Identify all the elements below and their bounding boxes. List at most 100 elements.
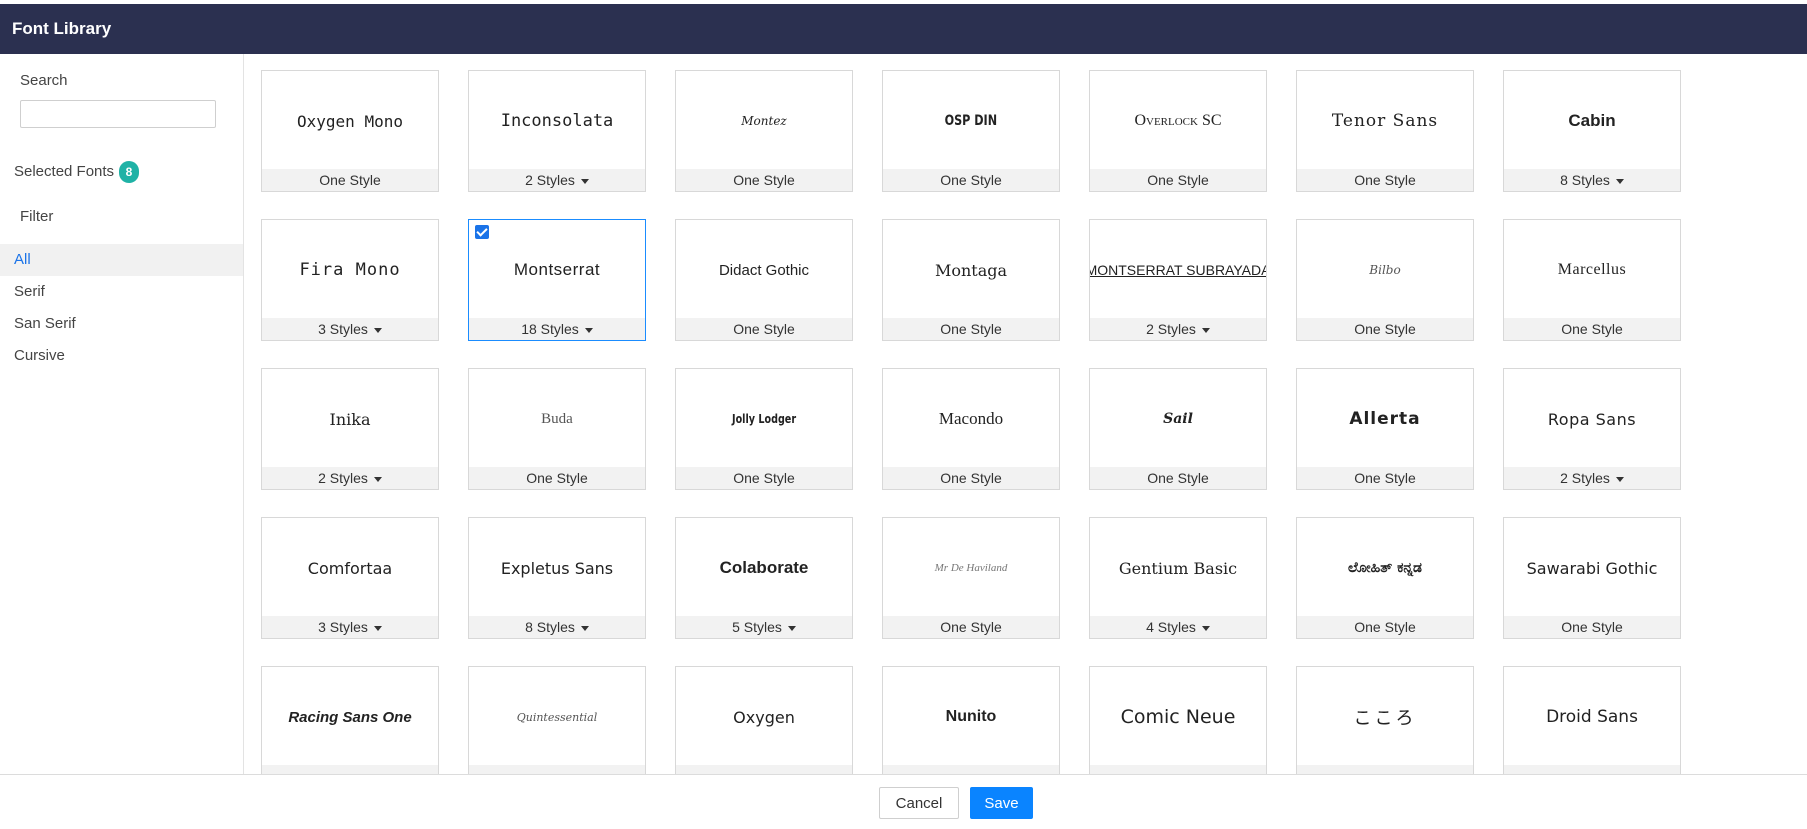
font-card-marcellus[interactable]: Marcellus One Style: [1503, 219, 1681, 341]
styles-count[interactable]: 2 Styles: [1504, 467, 1680, 489]
font-card-racing-sans-one[interactable]: Racing Sans One: [261, 666, 439, 774]
font-card-droid-sans[interactable]: Droid Sans: [1503, 666, 1681, 774]
font-preview: Jolly Lodger: [676, 369, 852, 469]
dialog-footer: Cancel Save: [0, 774, 1807, 829]
font-card-sail[interactable]: Sail One Style: [1089, 368, 1267, 490]
caret-down-icon[interactable]: [373, 476, 382, 482]
font-card-osp-din[interactable]: OSP DIN One Style: [882, 70, 1060, 192]
caret-down-icon[interactable]: [787, 625, 796, 631]
font-card-allerta[interactable]: Allerta One Style: [1296, 368, 1474, 490]
styles-count[interactable]: 2 Styles: [262, 467, 438, 489]
font-preview: Allerta: [1297, 369, 1473, 469]
styles-label: 3 Styles: [318, 321, 368, 337]
font-name: Tenor Sans: [1331, 111, 1439, 131]
font-card-bilbo[interactable]: Bilbo One Style: [1296, 219, 1474, 341]
font-card-overlock-sc[interactable]: Overlock SC One Style: [1089, 70, 1267, 192]
font-name: Oxygen Mono: [297, 111, 403, 131]
styles-label: One Style: [733, 470, 795, 486]
styles-count[interactable]: 8 Styles: [1504, 169, 1680, 191]
font-card-oxygen-mono[interactable]: Oxygen Mono One Style: [261, 70, 439, 192]
font-name: Macondo: [938, 409, 1004, 428]
styles-count: One Style: [469, 467, 645, 489]
search-input[interactable]: [20, 100, 216, 128]
filter-item-cursive[interactable]: Cursive: [0, 340, 243, 372]
filter-item-serif[interactable]: Serif: [0, 276, 243, 308]
styles-count[interactable]: 5 Styles: [676, 616, 852, 638]
font-card-inconsolata[interactable]: Inconsolata 2 Styles: [468, 70, 646, 192]
caret-down-icon[interactable]: [580, 625, 589, 631]
font-card-colaborate[interactable]: Colaborate 5 Styles: [675, 517, 853, 639]
font-preview: Inconsolata: [469, 71, 645, 171]
caret-down-icon[interactable]: [373, 625, 382, 631]
search-label: Search: [20, 72, 68, 89]
font-name: Droid Sans: [1546, 707, 1638, 727]
styles-count[interactable]: 2 Styles: [469, 169, 645, 191]
font-card-buda[interactable]: Buda One Style: [468, 368, 646, 490]
caret-down-icon[interactable]: [580, 178, 589, 184]
font-card-mr-de-haviland[interactable]: Mr De Haviland One Style: [882, 517, 1060, 639]
font-name: Inconsolata: [500, 111, 614, 131]
filter-item-san-serif[interactable]: San Serif: [0, 308, 243, 340]
font-preview: Expletus Sans: [469, 518, 645, 618]
caret-down-icon[interactable]: [1201, 327, 1210, 333]
font-card-jolly-lodger[interactable]: Jolly Lodger One Style: [675, 368, 853, 490]
cancel-button[interactable]: Cancel: [879, 787, 959, 819]
font-name: Nunito: [945, 708, 997, 725]
styles-label: 2 Styles: [318, 470, 368, 486]
filter-item-all[interactable]: All: [0, 244, 243, 276]
font-card-comfortaa[interactable]: Comfortaa 3 Styles: [261, 517, 439, 639]
font-preview: Gentium Basic: [1090, 518, 1266, 618]
font-card-montserrat-subrayada[interactable]: MONTSERRAT SUBRAYADA 2 Styles: [1089, 219, 1267, 341]
styles-count: One Style: [1090, 169, 1266, 191]
caret-down-icon[interactable]: [1615, 178, 1624, 184]
caret-down-icon[interactable]: [1615, 476, 1624, 482]
font-grid: Oxygen Mono One Style Inconsolata 2 Styles M…: [244, 54, 1807, 774]
sidebar: Search Selected Fonts 8 Filter All Serif…: [0, 54, 244, 774]
font-name: Inika: [329, 409, 371, 429]
font-card-montserrat[interactable]: Montserrat 18 Styles: [468, 219, 646, 341]
font-card-quintessential[interactable]: Quintessential: [468, 666, 646, 774]
font-card-montez[interactable]: Montez One Style: [675, 70, 853, 192]
font-card-gentium-basic[interactable]: Gentium Basic 4 Styles: [1089, 517, 1267, 639]
styles-count: [262, 765, 438, 774]
font-card-oxygen[interactable]: Oxygen: [675, 666, 853, 774]
styles-label: 2 Styles: [525, 172, 575, 188]
styles-count: [676, 765, 852, 774]
styles-label: One Style: [940, 321, 1002, 337]
styles-count[interactable]: 2 Styles: [1090, 318, 1266, 340]
font-card-comic-neue[interactable]: Comic Neue: [1089, 666, 1267, 774]
font-card-macondo[interactable]: Macondo One Style: [882, 368, 1060, 490]
font-card-expletus-sans[interactable]: Expletus Sans 8 Styles: [468, 517, 646, 639]
font-card-font-26[interactable]: ಲೋಹಿತ್ ಕನ್ನಡ One Style: [1296, 517, 1474, 639]
styles-label: One Style: [1561, 619, 1623, 635]
font-name: MONTSERRAT SUBRAYADA: [1090, 262, 1266, 278]
font-card-ropa-sans[interactable]: Ropa Sans 2 Styles: [1503, 368, 1681, 490]
font-preview: MONTSERRAT SUBRAYADA: [1090, 220, 1266, 320]
caret-down-icon[interactable]: [584, 327, 593, 333]
styles-count[interactable]: 4 Styles: [1090, 616, 1266, 638]
styles-label: One Style: [1561, 321, 1623, 337]
font-card-tenor-sans[interactable]: Tenor Sans One Style: [1296, 70, 1474, 192]
font-card-montaga[interactable]: Montaga One Style: [882, 219, 1060, 341]
font-card-sawarabi-gothic[interactable]: Sawarabi Gothic One Style: [1503, 517, 1681, 639]
styles-count[interactable]: 3 Styles: [262, 616, 438, 638]
font-card-nunito[interactable]: Nunito: [882, 666, 1060, 774]
font-name: Racing Sans One: [288, 708, 412, 726]
font-name: Bilbo: [1369, 263, 1401, 277]
font-name: Montaga: [934, 260, 1008, 280]
font-name: Colaborate: [719, 558, 809, 577]
caret-down-icon[interactable]: [373, 327, 382, 333]
styles-count[interactable]: 18 Styles: [469, 318, 645, 340]
font-card-cabin[interactable]: Cabin 8 Styles: [1503, 70, 1681, 192]
font-card-didact-gothic[interactable]: Didact Gothic One Style: [675, 219, 853, 341]
styles-count: [883, 765, 1059, 774]
styles-count[interactable]: 8 Styles: [469, 616, 645, 638]
styles-count[interactable]: 3 Styles: [262, 318, 438, 340]
font-card-inika[interactable]: Inika 2 Styles: [261, 368, 439, 490]
caret-down-icon[interactable]: [1201, 625, 1210, 631]
font-card-font-33[interactable]: こころ: [1296, 666, 1474, 774]
font-preview: Fira Mono: [262, 220, 438, 320]
font-name: OSP DIN: [944, 113, 998, 129]
save-button[interactable]: Save: [970, 787, 1033, 819]
font-card-fira-mono[interactable]: Fira Mono 3 Styles: [261, 219, 439, 341]
